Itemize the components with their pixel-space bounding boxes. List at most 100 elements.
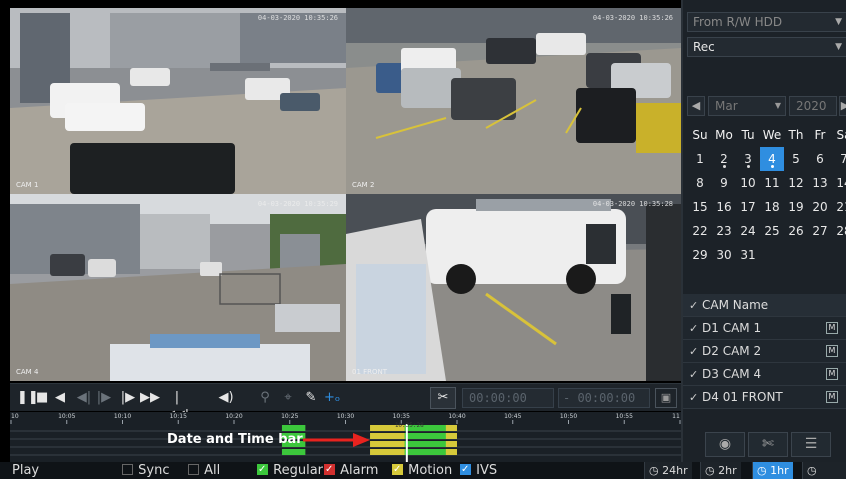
clip-start-time[interactable]: 00:00:00 bbox=[462, 388, 554, 408]
calendar-day[interactable]: 3 bbox=[736, 147, 760, 171]
checkbox-checked-icon: ✓ bbox=[460, 464, 471, 475]
camera-row[interactable]: ✓ D3 CAM 4 M bbox=[683, 363, 846, 386]
sync-checkbox[interactable]: Sync bbox=[122, 462, 169, 479]
calendar-day[interactable]: 22 bbox=[688, 219, 712, 243]
calendar: SuMoTuWeThFrSa 1234567891011121314151617… bbox=[688, 123, 846, 267]
status-bar: Play Sync All ✓ Regular ✓ Alarm ✓ Motion… bbox=[0, 462, 846, 479]
calendar-day[interactable]: 6 bbox=[808, 147, 832, 171]
range-button-30min[interactable]: ◷ 30min bbox=[802, 462, 846, 479]
step-back-icon[interactable]: ◀| bbox=[76, 389, 92, 407]
calendar-day[interactable]: 29 bbox=[688, 243, 712, 267]
calendar-day[interactable]: 24 bbox=[736, 219, 760, 243]
prev-month-icon[interactable]: ◀ bbox=[687, 96, 705, 116]
alarm-checkbox[interactable]: ✓ Alarm bbox=[324, 462, 378, 479]
calendar-day[interactable]: 13 bbox=[808, 171, 832, 195]
tile-camera-label: CAM 4 bbox=[16, 368, 39, 376]
motion-checkbox[interactable]: ✓ Motion bbox=[392, 462, 452, 479]
reverse-play-icon[interactable]: ◀ bbox=[54, 389, 66, 407]
clip-end-time[interactable]: - 00:00:00 bbox=[558, 388, 650, 408]
calendar-day[interactable]: 26 bbox=[784, 219, 808, 243]
calendar-day[interactable]: 30 bbox=[712, 243, 736, 267]
check-icon: ✓ bbox=[689, 390, 699, 404]
timeline-segment bbox=[281, 425, 306, 431]
pause-icon[interactable]: ❚❚ bbox=[17, 389, 39, 407]
smart-search-icon[interactable]: ⌖ bbox=[280, 389, 296, 407]
source-dropdown[interactable]: From R/W HDD ▼ bbox=[687, 12, 846, 32]
step-forward-icon[interactable]: |▶ bbox=[96, 389, 112, 407]
fisheye-icon[interactable]: ⚲ bbox=[258, 389, 272, 407]
all-checkbox[interactable]: All bbox=[188, 462, 220, 479]
scissors-icon[interactable]: ✂ bbox=[430, 387, 456, 409]
calendar-day[interactable]: 8 bbox=[688, 171, 712, 195]
calendar-day[interactable]: 18 bbox=[760, 195, 784, 219]
save-icon[interactable]: ▣ bbox=[655, 388, 677, 408]
calendar-day[interactable]: 21 bbox=[832, 195, 846, 219]
fast-icon[interactable]: ▶▶ bbox=[140, 389, 160, 407]
calendar-day[interactable]: 27 bbox=[808, 219, 832, 243]
timeline-bar[interactable]: 10 10:05 10:10 10:15 10:20 10:25 10:30 10:35 10:… bbox=[10, 412, 681, 462]
calendar-day[interactable]: 28 bbox=[832, 219, 846, 243]
camera-row[interactable]: ✓ D1 CAM 1 M bbox=[683, 317, 846, 340]
stop-icon[interactable]: ■ bbox=[36, 389, 48, 407]
calendar-day[interactable]: 31 bbox=[736, 243, 760, 267]
clock-icon: ◷ bbox=[705, 464, 719, 477]
calendar-day[interactable]: 2 bbox=[712, 147, 736, 171]
calendar-day[interactable]: 14 bbox=[832, 171, 846, 195]
calendar-day[interactable]: 19 bbox=[784, 195, 808, 219]
calendar-day[interactable]: 9 bbox=[712, 171, 736, 195]
timeline-segment bbox=[404, 441, 446, 447]
camera-name: D1 CAM 1 bbox=[702, 321, 762, 335]
list-icon[interactable]: ☰ bbox=[791, 432, 831, 457]
range-button-1hr[interactable]: ◷ 1hr bbox=[752, 462, 793, 479]
calendar-empty bbox=[760, 243, 784, 267]
weekday-label: Th bbox=[788, 128, 804, 142]
camera-list-header[interactable]: ✓ CAM Name bbox=[683, 294, 846, 317]
range-button-2hr[interactable]: ◷ 2hr bbox=[700, 462, 741, 479]
tag-icon[interactable]: ✎ bbox=[304, 389, 318, 407]
main-stream-icon[interactable]: M bbox=[826, 391, 838, 403]
calendar-day[interactable]: 10 bbox=[736, 171, 760, 195]
eye-icon[interactable]: ◉ bbox=[705, 432, 745, 457]
camera-tile-2[interactable]: 04-03-2020 10:35:26 CAM 2 bbox=[346, 8, 681, 194]
cut-icon[interactable]: ✄ bbox=[748, 432, 788, 457]
range-button-24hr[interactable]: ◷ 24hr bbox=[644, 462, 692, 479]
calendar-day[interactable]: 15 bbox=[688, 195, 712, 219]
month-select[interactable]: Mar ▼ bbox=[708, 96, 786, 116]
add-tag-icon[interactable]: +ₒ bbox=[324, 389, 340, 407]
calendar-day[interactable]: 12 bbox=[784, 171, 808, 195]
timeline-tick-label: 10:45 bbox=[504, 413, 522, 420]
next-month-icon[interactable]: ▶ bbox=[839, 96, 846, 116]
ivs-checkbox[interactable]: ✓ IVS bbox=[460, 462, 497, 479]
volume-icon[interactable]: ◀) bbox=[218, 389, 234, 407]
calendar-empty bbox=[832, 243, 846, 267]
camera-name: D2 CAM 2 bbox=[702, 344, 762, 358]
timeline-segment bbox=[404, 433, 446, 439]
camera-name: D4 01 FRONT bbox=[702, 390, 783, 404]
calendar-week: 22232425262728 bbox=[688, 219, 846, 243]
calendar-day[interactable]: 16 bbox=[712, 195, 736, 219]
camera-tile-4[interactable]: 04-03-2020 10:35:28 01 FRONT bbox=[346, 194, 681, 381]
slow-icon[interactable]: |▶ bbox=[120, 389, 136, 407]
camera-tile-1[interactable]: 04-03-2020 10:35:26 CAM 1 bbox=[10, 8, 346, 194]
camera-tile-3[interactable]: 04-03-2020 10:35:29 CAM 4 bbox=[10, 194, 346, 381]
camera-row[interactable]: ✓ D4 01 FRONT M bbox=[683, 386, 846, 409]
check-icon: ✓ bbox=[689, 298, 699, 312]
calendar-day[interactable]: 11 bbox=[760, 171, 784, 195]
regular-checkbox[interactable]: ✓ Regular bbox=[257, 462, 323, 479]
calendar-day[interactable]: 5 bbox=[784, 147, 808, 171]
year-select[interactable]: 2020 bbox=[789, 96, 837, 116]
calendar-day[interactable]: 20 bbox=[808, 195, 832, 219]
calendar-day[interactable]: 17 bbox=[736, 195, 760, 219]
main-stream-icon[interactable]: M bbox=[826, 345, 838, 357]
calendar-day[interactable]: 4 bbox=[760, 147, 784, 171]
record-type-dropdown[interactable]: Rec ▼ bbox=[687, 37, 846, 57]
previous-icon[interactable]: |◀◀| bbox=[164, 389, 190, 423]
calendar-day[interactable]: 23 bbox=[712, 219, 736, 243]
main-stream-icon[interactable]: M bbox=[826, 368, 838, 380]
camera-row[interactable]: ✓ D2 CAM 2 M bbox=[683, 340, 846, 363]
tile-camera-label: CAM 2 bbox=[352, 181, 375, 189]
calendar-day[interactable]: 25 bbox=[760, 219, 784, 243]
main-stream-icon[interactable]: M bbox=[826, 322, 838, 334]
calendar-day[interactable]: 7 bbox=[832, 147, 846, 171]
calendar-day[interactable]: 1 bbox=[688, 147, 712, 171]
